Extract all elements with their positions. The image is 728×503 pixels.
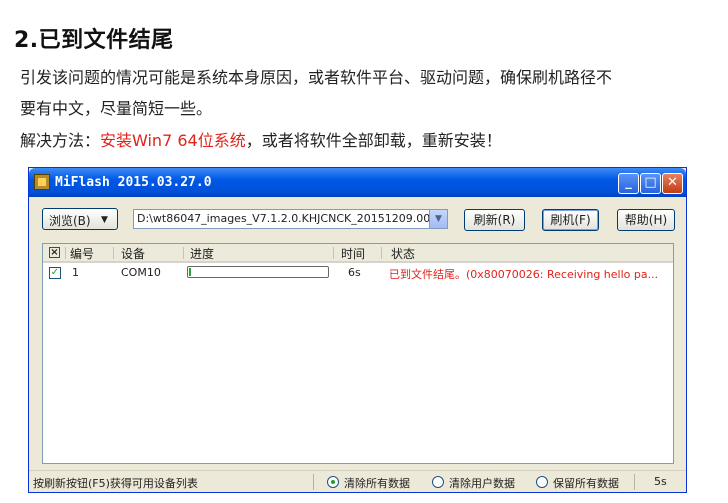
radio-clear-user-label[interactable]: 清除用户数据 [449, 475, 515, 491]
title-bar[interactable]: MiFlash 2015.03.27.0 _ □ ✕ [29, 168, 686, 197]
column-header-device[interactable]: 设备 [121, 245, 145, 262]
window-title: MiFlash 2015.03.27.0 [55, 175, 212, 190]
radio-clear-all-label[interactable]: 清除所有数据 [344, 475, 410, 491]
radio-keep-all-label[interactable]: 保留所有数据 [553, 475, 619, 491]
paragraph-line-2: 要有中文，尽量简短一些。 [20, 99, 213, 118]
paragraph-line-1: 引发该问题的情况可能是系统本身原因，或者软件平台、驱动问题，确保刷机路径不 [20, 68, 613, 87]
row-device: COM10 [121, 266, 161, 279]
column-separator [333, 247, 334, 259]
list-header: × 编号 设备 进度 时间 状态 [43, 244, 673, 263]
column-header-status[interactable]: 状态 [391, 245, 415, 262]
maximize-button[interactable]: □ [640, 173, 661, 194]
browse-label: 浏览(B) [49, 214, 91, 228]
row-status: 已到文件结尾。(0x80070026: Receiving hello pa..… [389, 268, 659, 281]
status-divider [634, 474, 635, 490]
solution-line: 解决方法：安装Win7 64位系统，或者将软件全部卸载，重新安装！ [20, 127, 502, 151]
device-list[interactable]: × 编号 设备 进度 时间 状态 ✓ 1 COM10 6s 已到文件结尾。(0x… [42, 243, 674, 464]
status-divider [313, 474, 314, 490]
minimize-button[interactable]: _ [618, 173, 639, 194]
status-elapsed: 5s [654, 475, 667, 488]
radio-keep-all[interactable] [536, 476, 548, 488]
select-all-checkbox[interactable]: × [49, 247, 60, 258]
row-checkbox[interactable]: ✓ [49, 267, 61, 279]
column-header-sep [183, 247, 184, 259]
miflash-window: MiFlash 2015.03.27.0 _ □ ✕ 浏览(B) ▼ D:\wt… [28, 167, 687, 493]
status-hint: 按刷新按钮(F5)获得可用设备列表 [33, 477, 198, 490]
flash-path-field[interactable]: D:\wt86047_images_V7.1.2.0.KHJCNCK_20151… [133, 209, 448, 229]
column-header-number[interactable]: 编号 [70, 245, 94, 262]
section-heading: 2.已到文件结尾 [14, 28, 174, 53]
radio-clear-user[interactable] [432, 476, 444, 488]
column-separator [65, 247, 66, 259]
row-time: 6s [348, 266, 361, 279]
radio-clear-all[interactable] [327, 476, 339, 488]
flash-button[interactable]: 刷机(F) [542, 209, 599, 231]
row-number: 1 [72, 266, 79, 279]
status-bar: 按刷新按钮(F5)获得可用设备列表 清除所有数据 清除用户数据 保留所有数据 5… [29, 470, 686, 493]
progress-fill [189, 268, 191, 276]
app-icon [34, 174, 50, 190]
solution-highlight: 安装Win7 64位系统 [100, 131, 246, 150]
refresh-button[interactable]: 刷新(R) [464, 209, 525, 231]
row-progress-bar [187, 266, 329, 278]
column-separator [113, 247, 114, 259]
column-header-progress[interactable]: 进度 [190, 245, 214, 262]
close-button[interactable]: ✕ [662, 173, 683, 194]
column-separator [381, 247, 382, 259]
browse-dropdown-arrow-icon[interactable]: ▼ [101, 215, 108, 225]
path-dropdown-arrow-icon[interactable]: ▼ [429, 210, 447, 228]
help-button[interactable]: 帮助(H) [617, 209, 675, 231]
solution-prefix: 解决方法： [20, 131, 101, 150]
solution-suffix: ，或者将软件全部卸载，重新安装！ [245, 131, 502, 150]
column-header-time[interactable]: 时间 [341, 245, 365, 262]
